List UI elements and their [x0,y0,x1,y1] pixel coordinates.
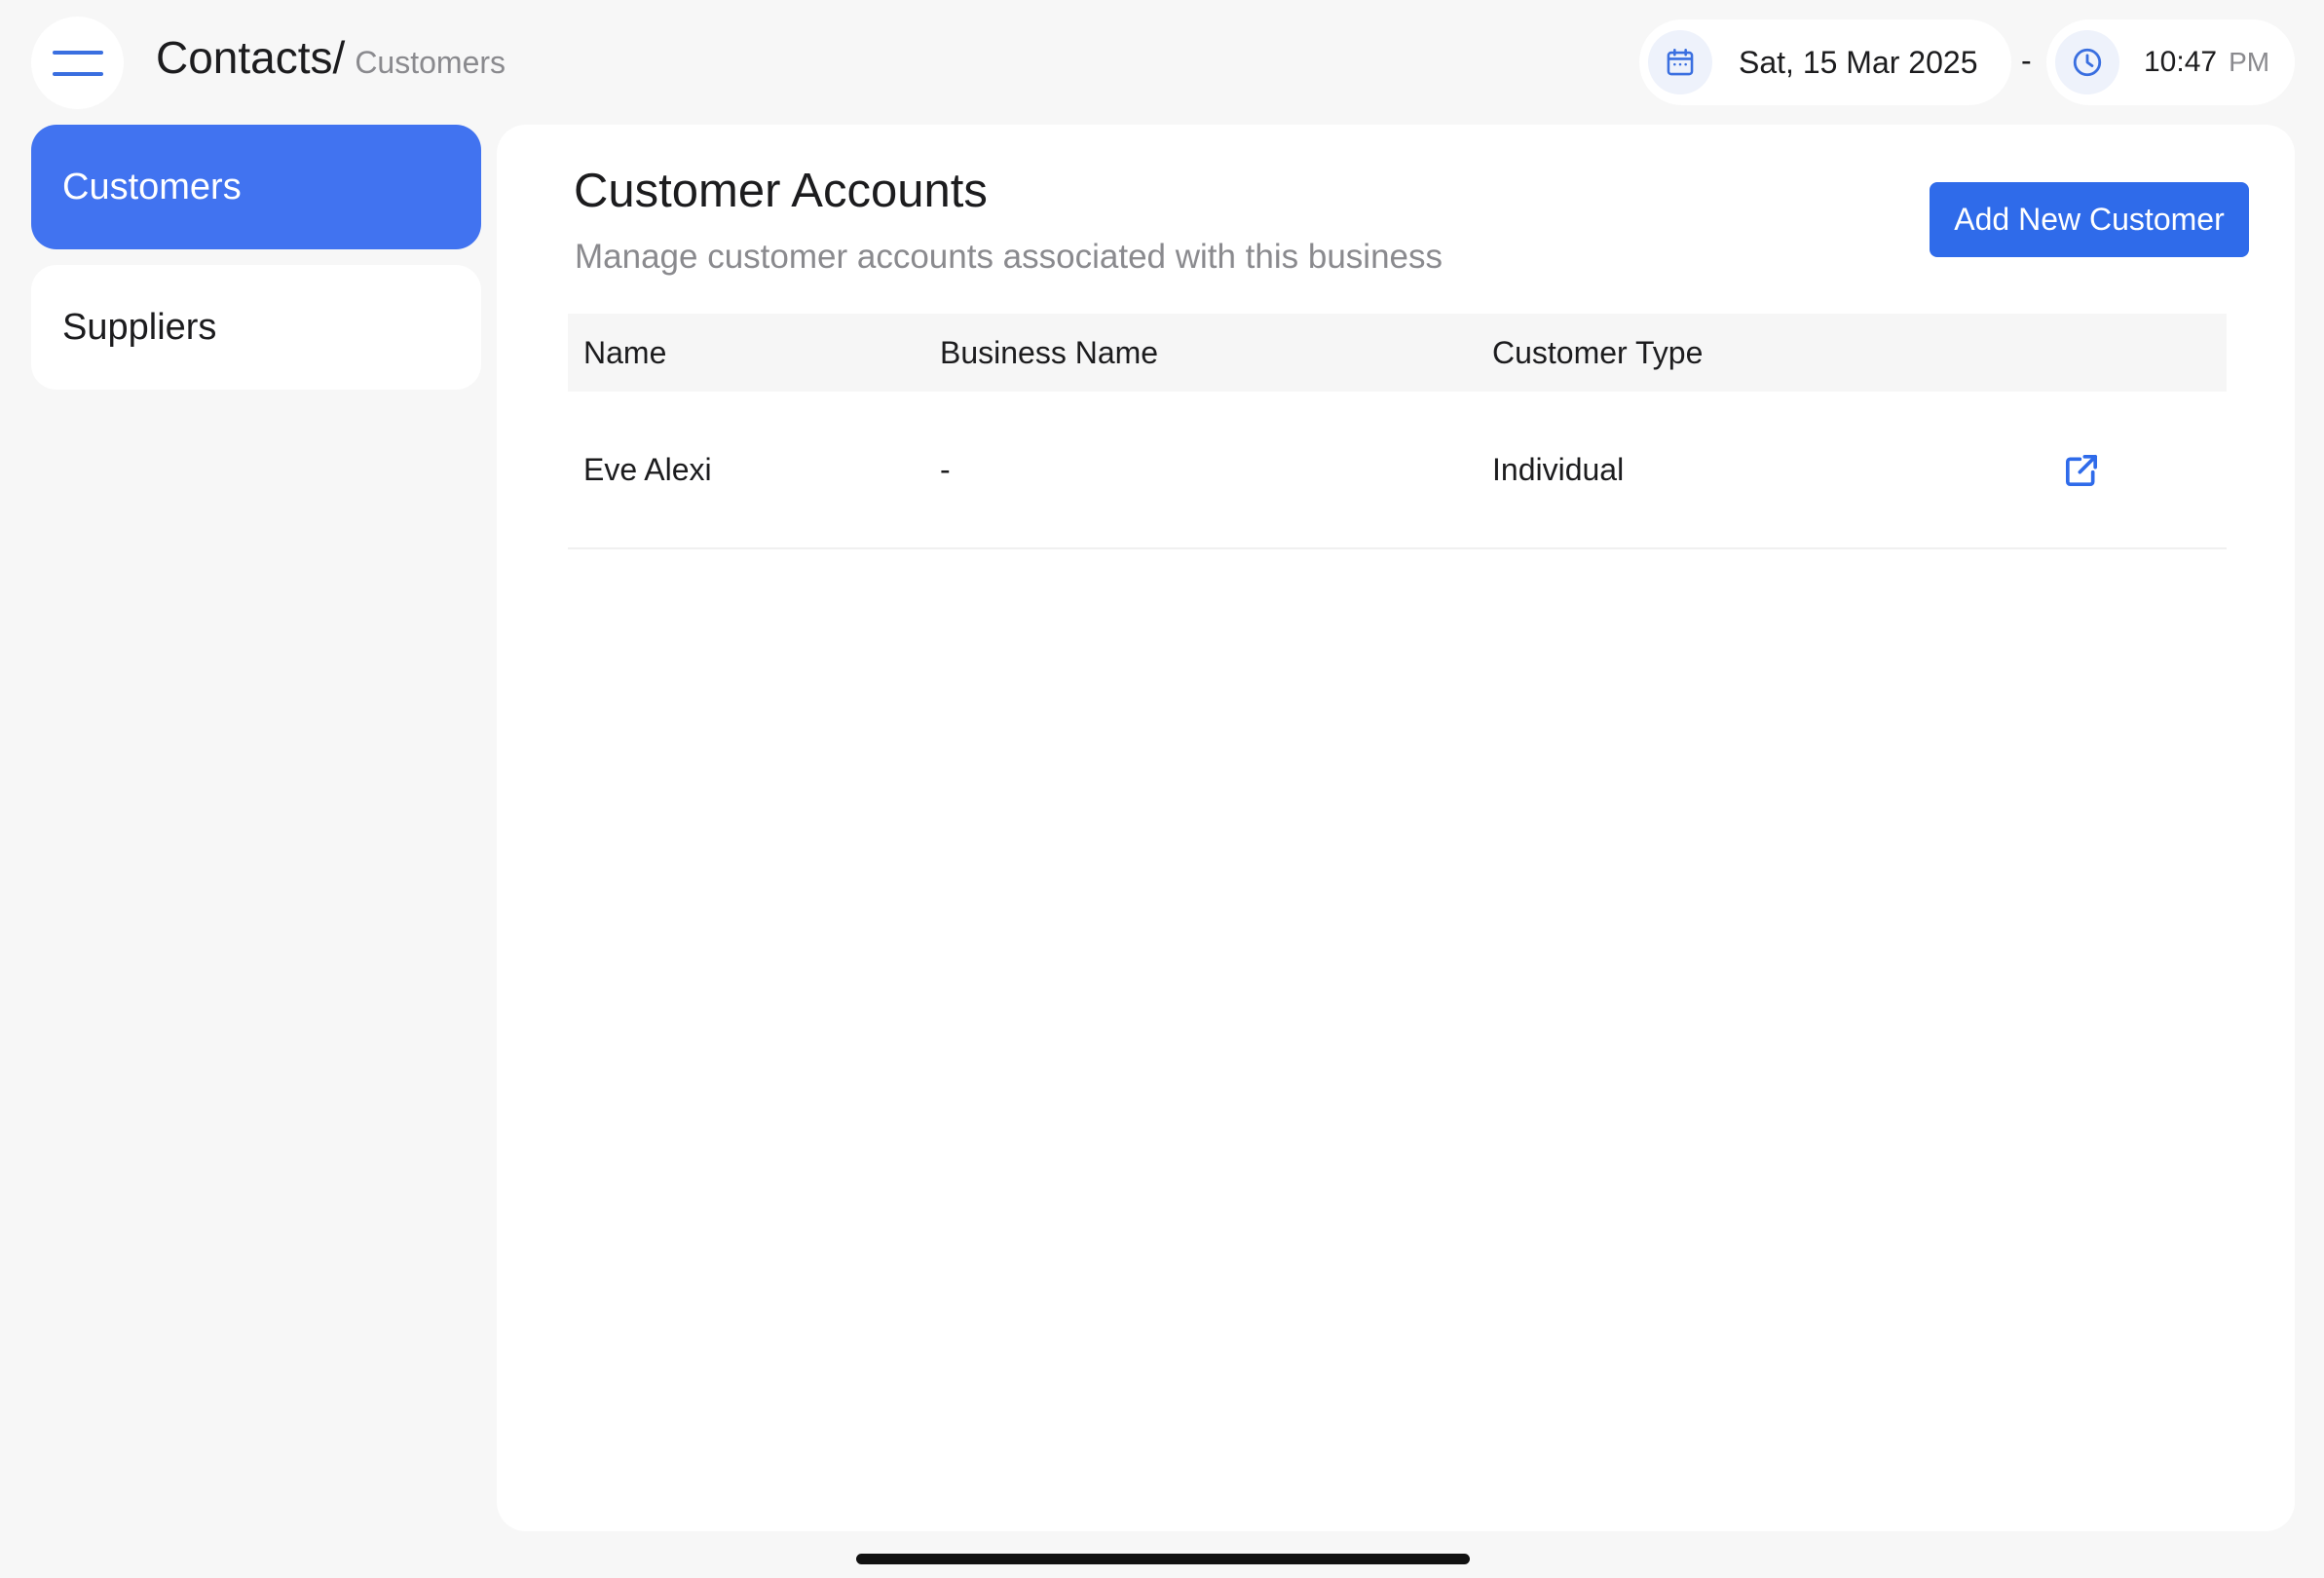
column-header-business-name: Business Name [940,334,1159,370]
calendar-icon [1648,30,1712,94]
add-new-customer-button[interactable]: Add New Customer [1930,182,2249,257]
external-link-icon[interactable] [2062,451,2101,490]
column-header-name: Name [583,334,667,370]
page-subtitle: Manage customer accounts associated with… [575,238,1443,276]
home-indicator [856,1554,1470,1564]
table-header: Name Business Name Customer Type [568,314,2227,392]
breadcrumb-root[interactable]: Contacts/ [156,31,345,84]
main-panel: Customer Accounts Manage customer accoun… [497,125,2295,1531]
time-display[interactable]: 10:47 PM [2046,19,2295,105]
clock-icon [2055,30,2119,94]
hamburger-menu-icon [52,50,103,76]
table-row[interactable]: Eve Alexi - Individual [568,392,2227,549]
sidebar-item-customers[interactable]: Customers [31,125,481,249]
column-header-customer-type: Customer Type [1492,334,1704,370]
customers-table: Name Business Name Customer Type Eve Ale… [568,314,2227,549]
breadcrumb: Contacts/ Customers [156,31,506,84]
cell-business-name: - [940,451,951,487]
menu-button[interactable] [31,17,124,109]
breadcrumb-current: Customers [355,45,506,80]
cell-customer-type: Individual [1492,451,1625,487]
date-display[interactable]: Sat, 15 Mar 2025 [1639,19,2011,105]
date-text: Sat, 15 Mar 2025 [1739,44,1978,80]
page-title: Customer Accounts [574,165,988,217]
time-ampm: PM [2229,47,2270,77]
time-text: 10:47 [2144,46,2218,78]
sidebar-item-label: Suppliers [62,306,217,348]
cell-name: Eve Alexi [583,451,712,487]
sidebar-item-label: Customers [62,166,242,207]
sidebar-item-suppliers[interactable]: Suppliers [31,265,481,390]
date-time-separator: - [2021,43,2032,78]
